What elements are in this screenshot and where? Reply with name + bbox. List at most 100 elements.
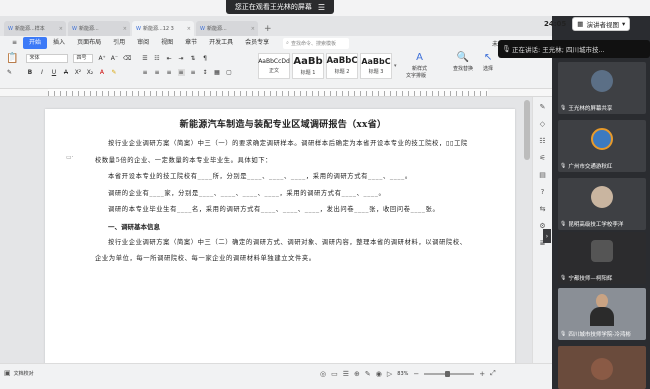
- bullet-list-icon[interactable]: ☰: [142, 55, 149, 62]
- doc-check-icon[interactable]: ▣: [4, 369, 11, 377]
- speaker-view-button[interactable]: ▦ 演讲者视图 ▾: [572, 17, 631, 31]
- play-icon[interactable]: ▷: [387, 370, 392, 378]
- paste-icon[interactable]: 📋: [6, 53, 18, 64]
- justify-icon[interactable]: ≡: [177, 69, 185, 76]
- clear-format-icon[interactable]: ⌫: [123, 55, 131, 62]
- document-page[interactable]: 新能源汽车制造与装配专业区域调研报告（xx省） 按行业企业调研方案（简案）中三（…: [45, 109, 515, 363]
- style-heading-2[interactable]: AaBbC 标题 2: [326, 53, 358, 79]
- grow-font-icon[interactable]: A⁺: [98, 55, 105, 62]
- style-normal[interactable]: AaBbCcDd 正文: [258, 53, 290, 79]
- text-layout-button[interactable]: 文字排版: [406, 72, 426, 79]
- menu-layout[interactable]: 页面布局: [71, 37, 107, 49]
- paragraph-marker-icon[interactable]: ▭·: [66, 154, 74, 161]
- find-replace-button[interactable]: 🔍 查找替换: [453, 53, 473, 73]
- ruler[interactable]: [0, 88, 552, 97]
- zoom-in-icon[interactable]: +: [479, 370, 485, 378]
- menu-view[interactable]: 视图: [155, 37, 179, 49]
- style-more-icon[interactable]: ▾: [394, 53, 400, 79]
- participant-tile[interactable]: 🎙 王光林的屏幕共享: [558, 62, 646, 114]
- superscript-icon[interactable]: X²: [74, 69, 82, 76]
- zoom-slider-knob[interactable]: [444, 370, 450, 377]
- paragraph[interactable]: 调研的本专业毕业生有____名，采用的调研方式有____、____、____，发…: [95, 202, 471, 219]
- underline-icon[interactable]: U: [50, 69, 57, 76]
- increase-indent-icon[interactable]: ⇥: [178, 55, 185, 62]
- paragraph[interactable]: 调研的企业有____家，分别是____、____、____、____，采用的调研…: [95, 186, 471, 203]
- strikethrough-icon[interactable]: A: [62, 69, 69, 76]
- numbered-list-icon[interactable]: ☷: [154, 55, 161, 62]
- paragraph[interactable]: 按行业企业调研方案（简案）中三（二）确定的调研方式、调研对象、调研内容，整理本省…: [95, 235, 471, 268]
- read-mode-icon[interactable]: ◎: [320, 370, 326, 378]
- menu-insert[interactable]: 插入: [47, 37, 71, 49]
- section-heading[interactable]: 一、调研基本信息: [95, 219, 471, 235]
- doc-tab[interactable]: W 新能源... ×: [196, 21, 258, 36]
- font-color-icon[interactable]: A: [98, 69, 105, 76]
- show-marks-icon[interactable]: ¶: [202, 55, 209, 62]
- participant-tile-partial[interactable]: [558, 346, 646, 389]
- paragraph[interactable]: 本省开设本专业的技工院校有____所，分别是____、____、____，采用的…: [95, 169, 471, 186]
- swap-icon[interactable]: ⇆: [540, 205, 546, 213]
- select-button[interactable]: ↖ 选择: [483, 53, 493, 73]
- zoom-slider[interactable]: [424, 370, 475, 377]
- menu-member[interactable]: 会员专享: [239, 37, 275, 49]
- fit-page-icon[interactable]: ⤢: [490, 369, 496, 378]
- pages-icon[interactable]: ▤: [539, 171, 546, 179]
- border-icon[interactable]: ▢: [226, 69, 233, 76]
- new-tab-icon[interactable]: +: [264, 24, 272, 34]
- close-icon[interactable]: ×: [123, 26, 127, 32]
- zoom-out-icon[interactable]: −: [413, 370, 419, 378]
- style-heading-3[interactable]: AaBbC 标题 3: [360, 53, 392, 79]
- participant-tile[interactable]: 🎙 四川城市技师学院-冷鸿彬: [558, 288, 646, 340]
- write-mode-icon[interactable]: ✎: [365, 370, 371, 378]
- help-icon[interactable]: ?: [541, 188, 545, 196]
- eraser-icon[interactable]: ◇: [540, 120, 545, 128]
- command-search[interactable]: ⌕ 查找命令、搜索模板: [283, 37, 350, 49]
- italic-icon[interactable]: I: [38, 69, 45, 76]
- menu-hamburger-icon[interactable]: ≡: [6, 37, 23, 49]
- bold-icon[interactable]: B: [26, 69, 33, 76]
- shrink-font-icon[interactable]: A⁻: [111, 55, 118, 62]
- style-heading-1[interactable]: AaBb 标题 1: [292, 53, 324, 79]
- web-view-icon[interactable]: ⊕: [354, 370, 360, 378]
- align-left-icon[interactable]: ≡: [142, 69, 149, 76]
- zoom-level[interactable]: 83%: [397, 371, 408, 377]
- paragraph[interactable]: 按行业企业调研方案（简案）中三（一）的要求确定调研样本。调研样本后确定为本省开设…: [95, 136, 471, 169]
- sort-icon[interactable]: ⇅: [190, 55, 197, 62]
- pen-icon[interactable]: ✎: [540, 103, 546, 111]
- subscript-icon[interactable]: X₂: [86, 69, 94, 76]
- shading-icon[interactable]: ▦: [214, 69, 221, 76]
- align-center-icon[interactable]: ≡: [154, 69, 161, 76]
- doc-tab[interactable]: W 新能源...样本 ×: [4, 21, 66, 36]
- menu-icon[interactable]: ☰: [318, 3, 325, 12]
- decrease-indent-icon[interactable]: ⇤: [166, 55, 173, 62]
- screen-share-banner[interactable]: 您正在观看王光林的屏幕 ☰: [226, 0, 334, 14]
- page-view-icon[interactable]: ▭: [331, 370, 338, 378]
- new-style-button[interactable]: A 新样式: [412, 53, 427, 73]
- doc-check-label[interactable]: 文档校对: [14, 370, 34, 377]
- participant-tile[interactable]: 🎙 广州市交通游秋红: [558, 120, 646, 172]
- format-painter-icon[interactable]: ✎: [6, 69, 13, 76]
- highlight-icon[interactable]: ✎: [110, 69, 117, 76]
- doc-tab-active[interactable]: W 新能源...12 3 ×: [132, 21, 194, 36]
- close-icon[interactable]: ×: [59, 26, 63, 32]
- close-icon[interactable]: ×: [251, 26, 255, 32]
- adjust-icon[interactable]: ⚟: [539, 154, 545, 162]
- menu-home[interactable]: 开始: [23, 37, 48, 49]
- menu-chapter[interactable]: 章节: [179, 37, 203, 49]
- doc-tab[interactable]: W 新能源... ×: [68, 21, 130, 36]
- close-icon[interactable]: ×: [187, 26, 191, 32]
- menu-review[interactable]: 审阅: [131, 37, 155, 49]
- style-panel-icon[interactable]: ☷: [539, 137, 545, 145]
- participant-tile[interactable]: 🎙 宁都技师—柯阳辉: [558, 232, 646, 284]
- eye-icon[interactable]: ◉: [376, 370, 382, 378]
- outline-view-icon[interactable]: ☰: [343, 370, 349, 378]
- vertical-scrollbar[interactable]: [524, 100, 530, 160]
- font-size-select[interactable]: 四号: [73, 54, 94, 63]
- align-right-icon[interactable]: ≡: [166, 69, 173, 76]
- line-spacing-icon[interactable]: ↕: [202, 69, 209, 76]
- font-name-select[interactable]: 宋体: [26, 54, 69, 63]
- collapse-panel-icon[interactable]: ›: [543, 229, 551, 243]
- distribute-icon[interactable]: ≡: [190, 69, 197, 76]
- participant-tile[interactable]: 🎙 昆明高级技工学校李洋: [558, 178, 646, 230]
- menu-references[interactable]: 引用: [107, 37, 131, 49]
- menu-dev-tools[interactable]: 开发工具: [203, 37, 239, 49]
